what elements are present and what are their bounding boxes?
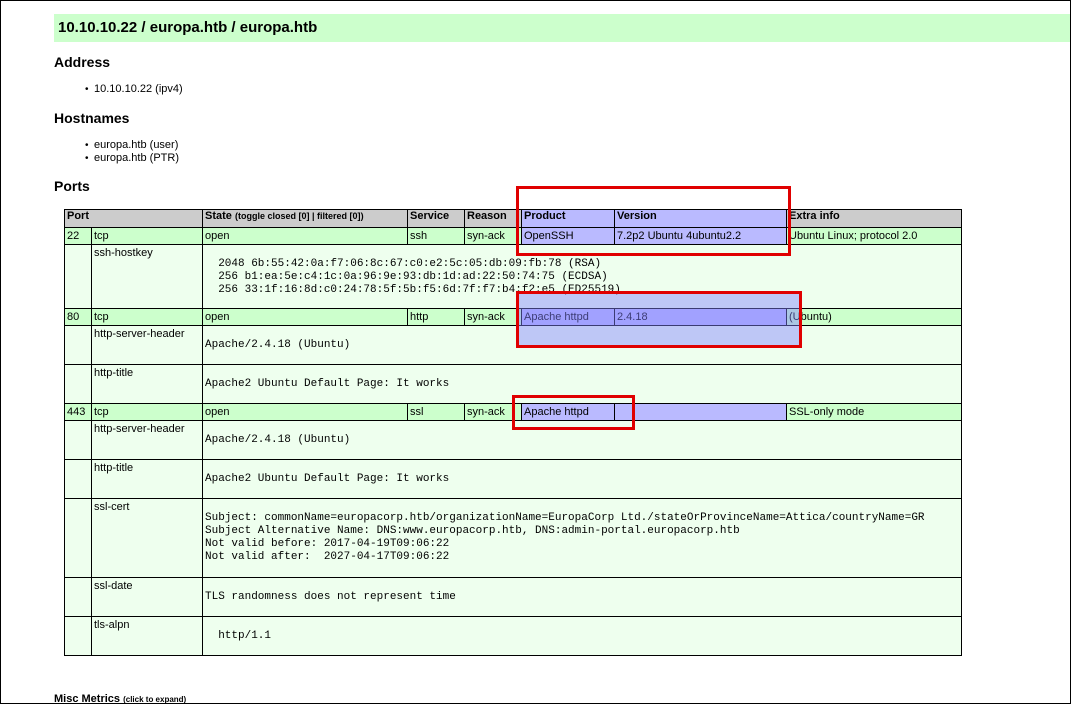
col-state-label: State: [205, 210, 232, 223]
script-output-cell: Apache2 Ubuntu Default Page: It works: [202, 459, 962, 499]
port-service: ssh: [407, 227, 465, 245]
annotation-box: [516, 291, 802, 348]
ports-table: Port State (toggle closed [0] | filtered…: [64, 209, 962, 656]
script-indent: [64, 244, 92, 309]
script-indent: [64, 498, 92, 578]
port-number: 22: [64, 227, 92, 245]
port-extra: Ubuntu Linux; protocol 2.0: [786, 227, 962, 245]
port-state: open: [202, 227, 408, 245]
script-indent: [64, 616, 92, 656]
separator: |: [312, 211, 315, 221]
script-row: ssh-hostkey 2048 6b:55:42:0a:f7:06:8c:67…: [64, 244, 962, 309]
ports-heading: Ports: [54, 178, 90, 194]
script-name: tls-alpn: [91, 616, 203, 656]
script-output: Subject: commonName=europacorp.htb/organ…: [205, 512, 925, 563]
script-name: http-title: [91, 364, 203, 404]
script-name: ssl-date: [91, 577, 203, 617]
script-output-cell: Subject: commonName=europacorp.htb/organ…: [202, 498, 962, 578]
misc-metrics-toggle[interactable]: Misc Metrics (click to expand): [54, 693, 186, 705]
script-output: TLS randomness does not represent time: [205, 591, 456, 603]
annotation-box: [516, 186, 791, 256]
port-number: 80: [64, 308, 92, 326]
script-name: http-title: [91, 459, 203, 499]
hostname-item: europa.htb (PTR): [54, 152, 179, 165]
port-service: ssl: [407, 403, 465, 421]
port-row: 80 tcp open http syn-ack Apache httpd 2.…: [64, 308, 962, 326]
address-heading: Address: [54, 54, 111, 70]
port-reason: syn-ack: [464, 308, 522, 326]
hostnames-heading: Hostnames: [54, 110, 130, 126]
script-row: ssl-date TLS randomness does not represe…: [64, 577, 962, 617]
misc-metrics-hint: (click to expand): [123, 695, 187, 704]
script-name: http-server-header: [91, 420, 203, 460]
col-extra: Extra info: [786, 209, 962, 228]
col-state: State (toggle closed [0] | filtered [0]): [202, 209, 408, 228]
script-row: ssl-cert Subject: commonName=europacorp.…: [64, 498, 962, 578]
script-output: Apache2 Ubuntu Default Page: It works: [205, 378, 450, 390]
col-service: Service: [407, 209, 465, 228]
port-state: open: [202, 403, 408, 421]
port-protocol: tcp: [91, 308, 203, 326]
script-name: http-server-header: [91, 325, 203, 365]
port-number: 443: [64, 403, 92, 421]
script-name: ssh-hostkey: [91, 244, 203, 309]
toggle-closed-link[interactable]: toggle closed [0]: [238, 211, 310, 221]
col-port: Port: [64, 209, 203, 228]
script-indent: [64, 420, 92, 460]
script-indent: [64, 459, 92, 499]
hostname-item: europa.htb (user): [54, 139, 179, 152]
script-output-cell: TLS randomness does not represent time: [202, 577, 962, 617]
page-title: 10.10.10.22 / europa.htb / europa.htb: [54, 14, 1070, 42]
filtered-link[interactable]: filtered [0]: [317, 211, 361, 221]
port-version: [614, 403, 787, 421]
misc-metrics-label: Misc Metrics: [54, 693, 121, 705]
script-name: ssl-cert: [91, 498, 203, 578]
port-service: http: [407, 308, 465, 326]
annotation-box: [512, 395, 635, 430]
hostnames-list: europa.htb (user) europa.htb (PTR): [54, 139, 179, 165]
port-state: open: [202, 308, 408, 326]
ports-header-row: Port State (toggle closed [0] | filtered…: [64, 209, 962, 228]
address-list: 10.10.10.22 (ipv4): [54, 83, 183, 96]
port-reason: syn-ack: [464, 227, 522, 245]
script-row: tls-alpn http/1.1: [64, 616, 962, 656]
script-indent: [64, 325, 92, 365]
address-item: 10.10.10.22 (ipv4): [54, 83, 183, 96]
script-row: http-title Apache2 Ubuntu Default Page: …: [64, 459, 962, 499]
script-output: http/1.1: [218, 630, 272, 642]
port-extra: SSL-only mode: [786, 403, 962, 421]
col-reason: Reason: [464, 209, 522, 228]
port-protocol: tcp: [91, 403, 203, 421]
script-indent: [64, 577, 92, 617]
script-output: Apache2 Ubuntu Default Page: It works: [205, 473, 450, 485]
script-indent: [64, 364, 92, 404]
port-row: 22 tcp open ssh syn-ack OpenSSH 7.2p2 Ub…: [64, 227, 962, 245]
script-row: http-server-header Apache/2.4.18 (Ubuntu…: [64, 325, 962, 365]
port-protocol: tcp: [91, 227, 203, 245]
port-extra: (Ubuntu): [786, 308, 962, 326]
script-output-cell: http/1.1: [202, 616, 962, 656]
